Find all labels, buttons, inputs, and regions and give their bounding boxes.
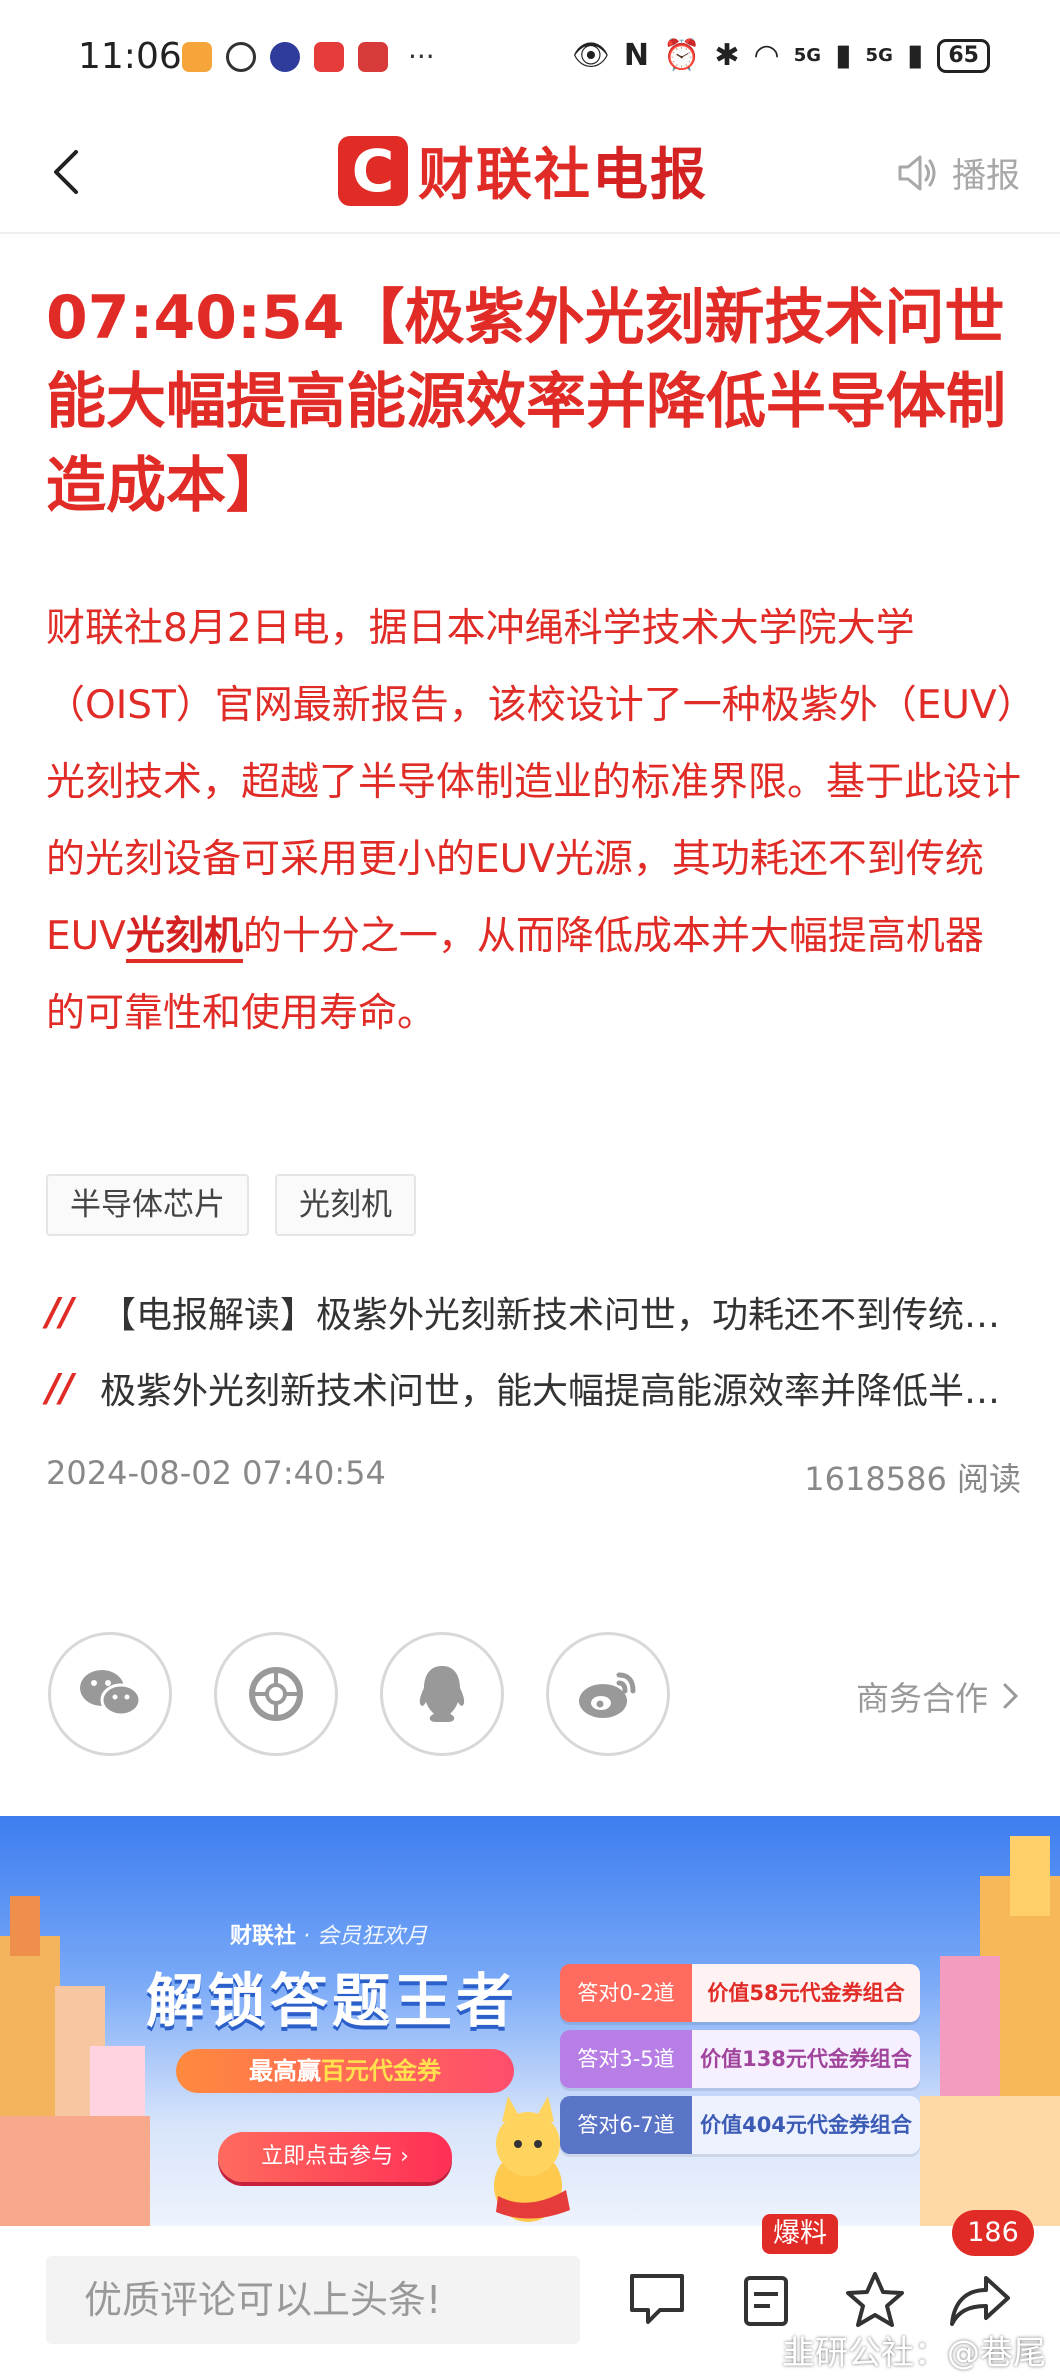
share-bar xyxy=(48,1632,670,1756)
banner-prize-row: 答对3-5道 价值138元代金券组合 xyxy=(560,2030,920,2088)
network-5g-label: 5G xyxy=(793,45,822,66)
article-body-text: 财联社8月2日电，据日本冲绳科学技术大学院大学（OIST）官网最新报告，该校设计… xyxy=(46,606,1022,959)
prize-condition: 答对6-7道 xyxy=(560,2096,692,2154)
comment-button[interactable] xyxy=(626,2270,688,2332)
wechat-icon xyxy=(80,1670,142,1717)
app-notification-icon xyxy=(226,41,256,72)
banner-buildings-right xyxy=(920,1836,1060,2226)
back-button[interactable] xyxy=(40,138,100,206)
chevron-left-icon xyxy=(54,150,78,194)
promo-banner[interactable]: 财联社 · 会员狂欢月 解锁答题王者 最高赢百元代金券 立即点击参与 › 答对0… xyxy=(0,1816,1060,2226)
banner-prize-row: 答对6-7道 价值404元代金券组合 xyxy=(560,2096,920,2154)
share-icon xyxy=(950,2276,1010,2326)
weibo-icon xyxy=(579,1672,636,1718)
article-headline: 07:40:54【极紫外光刻新技术问世 能大幅提高能源效率并降低半导体制造成本】 xyxy=(46,283,1006,521)
share-weibo-button[interactable] xyxy=(546,1632,670,1756)
related-mark-icon: // xyxy=(46,1366,74,1410)
nfc-icon: N xyxy=(623,38,650,73)
top-nav: C 财联社电报 播报 xyxy=(0,110,1060,234)
app-notification-icon xyxy=(270,41,300,72)
related-item[interactable]: // 【电报解读】极紫外光刻新技术问世，功耗还不到传统EUV光刻机的十分之一 xyxy=(46,1274,1021,1350)
status-time: 11:06 xyxy=(78,36,182,77)
status-bar: 11:06 ··· 👁 N ⏰ ✱ ◠ 5G ▮ 5G ▮ 65 xyxy=(0,0,1060,110)
related-item-title: 极紫外光刻新技术问世，能大幅提高能源效率并降低半导体制造成本 xyxy=(100,1371,1021,1412)
business-cooperation-label: 商务合作 xyxy=(856,1679,988,1718)
banner-title: 解锁答题王者 xyxy=(146,1967,519,2035)
moments-icon xyxy=(249,1667,303,1721)
article-meta: 2024-08-02 07:40:54 1618586 阅读 xyxy=(46,1454,1021,1500)
more-notifications-icon: ··· xyxy=(408,40,435,73)
related-item[interactable]: // 极紫外光刻新技术问世，能大幅提高能源效率并降低半导体制造成本 xyxy=(46,1350,1021,1426)
banner-brand: 财联社 · 会员狂欢月 xyxy=(230,1918,427,1950)
network-5g-label: 5G xyxy=(865,45,893,66)
prize-value: 价值404元代金券组合 xyxy=(692,2096,920,2154)
watermark: 韭研公社：@巷尾 xyxy=(782,2333,1046,2372)
status-indicators: 👁 N ⏰ ✱ ◠ 5G ▮ 5G ▮ 65 xyxy=(572,38,990,73)
share-qq-button[interactable] xyxy=(380,1632,504,1756)
banner-pill-prefix: 最高赢 xyxy=(249,2057,321,2085)
banner-prize-table: 答对0-2道 价值58元代金券组合 答对3-5道 价值138元代金券组合 答对6… xyxy=(560,1964,920,2162)
keyword-link[interactable]: 光刻机 xyxy=(125,914,243,963)
tag-semiconductor-chip[interactable]: 半导体芯片 xyxy=(46,1174,249,1236)
signal-icon: ▮ xyxy=(835,38,852,73)
logo-text-product: 电报 xyxy=(592,143,708,208)
related-list: // 【电报解读】极紫外光刻新技术问世，功耗还不到传统EUV光刻机的十分之一 /… xyxy=(46,1274,1021,1426)
eye-icon: 👁 xyxy=(571,38,610,73)
comment-icon xyxy=(630,2274,684,2324)
app-logo: C 财联社电报 xyxy=(338,130,708,211)
prize-value: 价值58元代金券组合 xyxy=(692,1964,920,2022)
app-notification-icon xyxy=(314,41,344,72)
banner-mascot-icon xyxy=(494,2096,570,2222)
star-icon xyxy=(846,2272,904,2327)
business-cooperation-link[interactable]: 商务合作 xyxy=(856,1672,1020,1720)
share-moments-button[interactable] xyxy=(214,1632,338,1756)
prize-condition: 答对3-5道 xyxy=(560,2030,692,2088)
battery-icon: 65 xyxy=(937,38,990,73)
status-app-icons: ··· xyxy=(182,40,435,73)
scoop-badge: 爆料 xyxy=(762,2214,838,2254)
bluetooth-icon: ✱ xyxy=(714,38,740,73)
share-button[interactable] xyxy=(948,2270,1014,2332)
alarm-icon: ⏰ xyxy=(663,38,701,73)
favorite-button[interactable] xyxy=(844,2270,906,2334)
related-item-title: 【电报解读】极紫外光刻新技术问世，功耗还不到传统EUV光刻机的十分之一 xyxy=(100,1295,1021,1336)
banner-pill-highlight: 百元代金券 xyxy=(321,2057,441,2085)
related-mark-icon: // xyxy=(46,1290,74,1334)
signal-icon: ▮ xyxy=(906,38,924,73)
tag-list: 半导体芯片 光刻机 xyxy=(46,1174,416,1236)
prize-condition: 答对0-2道 xyxy=(560,1964,692,2022)
share-wechat-button[interactable] xyxy=(48,1632,172,1756)
scoop-button[interactable] xyxy=(740,2270,794,2334)
scoop-icon xyxy=(744,2276,788,2326)
banner-prize-row: 答对0-2道 价值58元代金券组合 xyxy=(560,1964,920,2022)
article-body: 财联社8月2日电，据日本冲绳科学技术大学院大学（OIST）官网最新报告，该校设计… xyxy=(46,590,1021,1052)
publish-datetime: 2024-08-02 07:40:54 xyxy=(46,1454,386,1492)
banner-cta-button[interactable]: 立即点击参与 › xyxy=(218,2132,452,2182)
broadcast-button[interactable]: 播报 xyxy=(896,148,1020,197)
prize-value: 价值138元代金券组合 xyxy=(692,2030,920,2088)
banner-pill: 最高赢百元代金券 xyxy=(176,2049,514,2093)
logo-text: 财联社电报 xyxy=(418,130,708,211)
banner-buildings-left xyxy=(0,1896,150,2226)
app-notification-icon xyxy=(358,41,388,72)
app-notification-icon xyxy=(182,41,212,72)
chevron-right-icon xyxy=(1003,1683,1019,1709)
qq-icon xyxy=(419,1666,465,1722)
wifi-icon: ◠ xyxy=(753,38,780,73)
speaker-icon xyxy=(898,155,936,190)
share-count-badge: 186 xyxy=(952,2210,1034,2256)
bottom-bar: 优质评论可以上头条! 爆料 186 韭研公社：@巷尾 xyxy=(0,2210,1060,2376)
banner-brand-campaign: · 会员狂欢月 xyxy=(303,1924,428,1949)
comment-input[interactable]: 优质评论可以上头条! xyxy=(46,2256,580,2344)
read-count: 1618586 阅读 xyxy=(804,1460,1021,1498)
tag-lithography-machine[interactable]: 光刻机 xyxy=(275,1174,416,1236)
logo-text-brand: 财联社 xyxy=(418,143,592,208)
logo-mark: C xyxy=(338,135,408,206)
broadcast-label: 播报 xyxy=(952,156,1020,196)
banner-brand-name: 财联社 xyxy=(230,1924,297,1949)
